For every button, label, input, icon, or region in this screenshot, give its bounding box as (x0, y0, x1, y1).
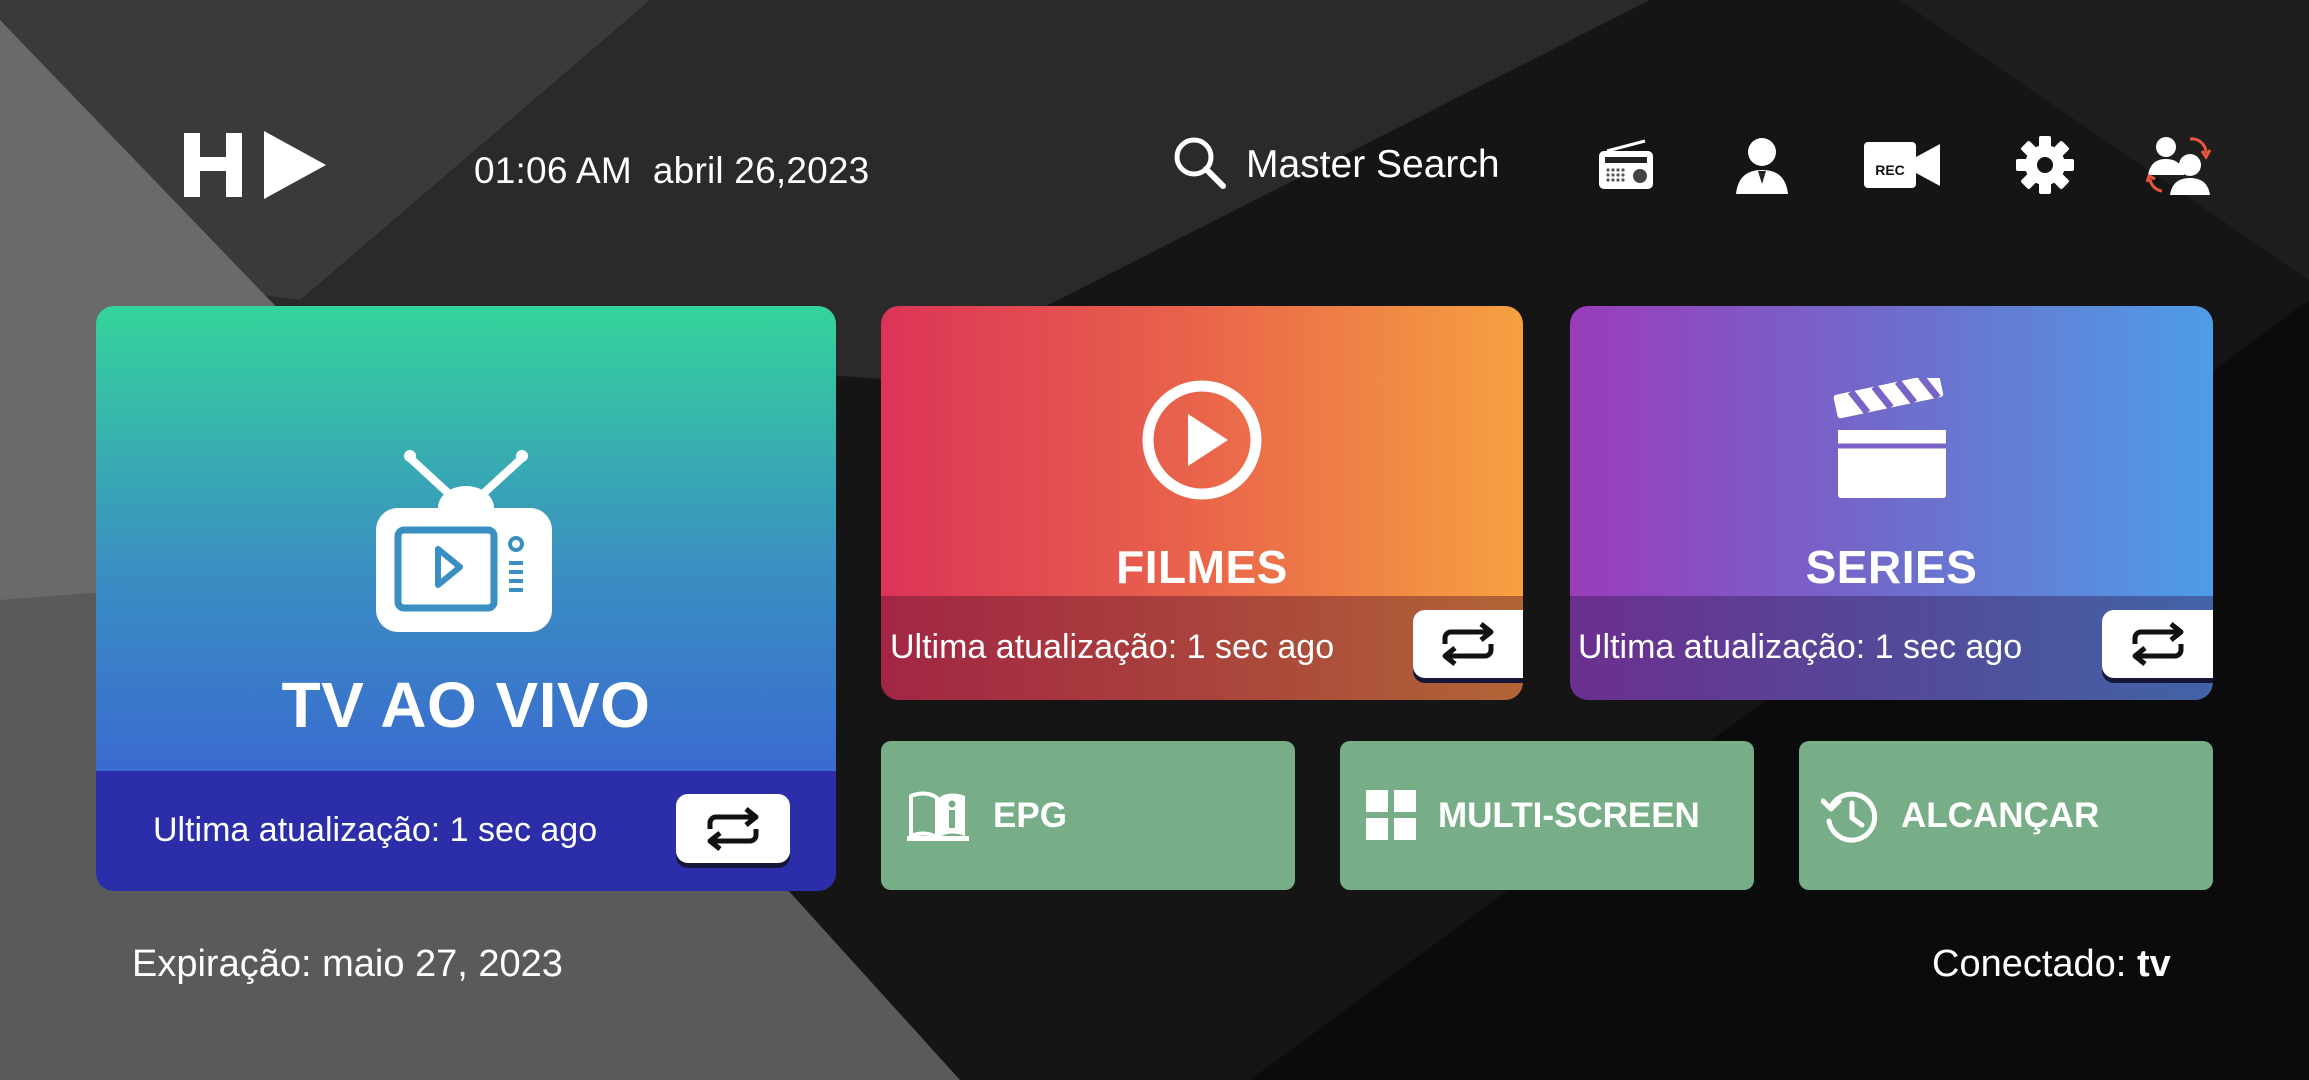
epg-button[interactable]: EPG (881, 741, 1295, 890)
catch-up-button[interactable]: ALCANÇAR (1799, 741, 2213, 890)
series-refresh-button[interactable] (2102, 610, 2213, 678)
live-tv-refresh-button[interactable] (676, 794, 790, 863)
series-update-status: Ultima atualização: 1 sec ago (1578, 628, 2023, 666)
clapperboard-icon (1833, 378, 1946, 498)
connected-label: Conectado: (1932, 943, 2127, 985)
settings-button[interactable] (2007, 130, 2083, 200)
radio-button[interactable] (1588, 130, 1664, 200)
tv-icon (376, 450, 552, 632)
connection-status: Conectado: tv (1932, 943, 2171, 986)
current-date: abril 26,2023 (652, 150, 870, 191)
recordings-button[interactable]: REC (1862, 130, 1942, 200)
refresh-icon (707, 806, 759, 851)
master-search-button[interactable]: Master Search (1172, 133, 1500, 197)
multi-screen-button[interactable]: MULTI-SCREEN (1340, 741, 1754, 890)
multi-screen-label: MULTI-SCREEN (1438, 795, 1700, 835)
rec-camera-icon: REC (1864, 142, 1940, 188)
connected-value: tv (2136, 943, 2171, 985)
switch-user-button[interactable] (2142, 130, 2218, 200)
movies-tile[interactable]: FILMES Ultima atualização: 1 sec ago (881, 306, 1523, 700)
current-time: 01:06 AM (474, 150, 632, 191)
search-icon (1172, 135, 1228, 196)
live-tv-title: TV AO VIVO (281, 669, 651, 741)
refresh-icon (2132, 622, 2183, 666)
rec-label: REC (1875, 162, 1905, 178)
live-tv-footer: Ultima atualização: 1 sec ago (96, 771, 836, 891)
movies-footer: Ultima atualização: 1 sec ago (881, 596, 1523, 700)
series-tile[interactable]: SERIES Ultima atualização: 1 sec ago (1570, 306, 2213, 700)
movies-refresh-button[interactable] (1413, 610, 1523, 678)
datetime-display: 01:06 AM abril 26,2023 (474, 150, 869, 192)
series-title: SERIES (1805, 541, 1978, 593)
movies-title: FILMES (1116, 541, 1288, 593)
movies-update-status: Ultima atualização: 1 sec ago (890, 628, 1335, 666)
live-tv-tile[interactable]: TV AO VIVO Ultima atualização: 1 sec ago (96, 306, 836, 891)
switch-user-icon (2146, 137, 2212, 195)
gear-icon (2016, 136, 2074, 194)
play-circle-icon (1142, 380, 1262, 500)
profile-button[interactable] (1724, 130, 1800, 200)
master-search-label: Master Search (1246, 143, 1500, 186)
radio-icon (1599, 139, 1653, 189)
app-logo (180, 125, 330, 205)
live-tv-update-status: Ultima atualização: 1 sec ago (153, 811, 598, 849)
series-footer: Ultima atualização: 1 sec ago (1570, 596, 2213, 700)
user-icon (1736, 138, 1788, 194)
catch-up-label: ALCANÇAR (1901, 795, 2100, 835)
expiration-date: Expiração: maio 27, 2023 (132, 943, 563, 985)
refresh-icon (1442, 622, 1494, 666)
grid-icon (1366, 789, 1418, 842)
history-icon (1821, 787, 1879, 845)
epg-label: EPG (993, 795, 1067, 835)
book-info-icon (907, 790, 969, 842)
